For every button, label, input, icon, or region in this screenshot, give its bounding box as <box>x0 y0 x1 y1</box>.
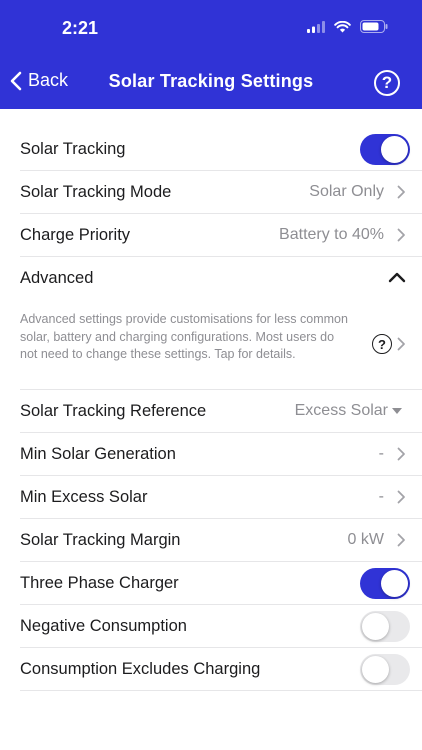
chevron-right-icon <box>397 228 405 242</box>
three-phase-charger-label: Three Phase Charger <box>20 573 179 592</box>
solar-tracking-mode-row[interactable]: Solar Tracking Mode Solar Only <box>20 171 422 214</box>
solar-tracking-margin-row[interactable]: Solar Tracking Margin 0 kW <box>20 519 422 562</box>
charge-priority-value: Battery to 40% <box>279 226 384 243</box>
battery-icon <box>360 20 388 33</box>
solar-tracking-reference-value: Excess Solar <box>294 402 388 419</box>
charge-priority-row[interactable]: Charge Priority Battery to 40% <box>20 214 422 257</box>
question-mark-icon: ? <box>381 73 393 92</box>
min-excess-solar-label: Min Excess Solar <box>20 487 148 506</box>
chevron-up-icon <box>388 272 406 283</box>
question-circle-icon: ? <box>372 334 392 354</box>
min-solar-generation-row[interactable]: Min Solar Generation - <box>20 433 422 476</box>
chevron-right-icon <box>397 490 405 504</box>
min-solar-generation-value: - <box>378 445 384 462</box>
advanced-description: Advanced settings provide customisations… <box>20 312 348 361</box>
three-phase-charger-toggle[interactable] <box>360 568 410 599</box>
consumption-excludes-charging-row: Consumption Excludes Charging <box>20 648 422 691</box>
question-mark: ? <box>378 336 386 352</box>
solar-tracking-reference-row[interactable]: Solar Tracking Reference Excess Solar <box>20 390 422 433</box>
three-phase-charger-row: Three Phase Charger <box>20 562 422 605</box>
negative-consumption-toggle[interactable] <box>360 611 410 642</box>
toggle-knob <box>381 136 408 163</box>
advanced-row[interactable]: Advanced <box>20 257 422 300</box>
solar-tracking-margin-label: Solar Tracking Margin <box>20 530 181 549</box>
status-time: 2:21 <box>62 18 99 38</box>
min-excess-solar-row[interactable]: Min Excess Solar - <box>20 476 422 519</box>
solar-tracking-row: Solar Tracking <box>20 128 422 171</box>
page-title: Solar Tracking Settings <box>108 71 314 91</box>
cellular-signal-icon <box>307 20 325 33</box>
consumption-excludes-charging-toggle[interactable] <box>360 654 410 685</box>
solar-tracking-label: Solar Tracking <box>20 139 126 158</box>
wifi-icon <box>334 20 351 32</box>
chevron-right-icon <box>397 337 405 351</box>
advanced-label: Advanced <box>20 269 94 287</box>
solar-tracking-mode-value: Solar Only <box>309 183 384 200</box>
consumption-excludes-charging-label: Consumption Excludes Charging <box>20 659 261 678</box>
min-solar-generation-label: Min Solar Generation <box>20 444 176 463</box>
chevron-right-icon <box>397 185 405 199</box>
dropdown-caret-icon <box>392 408 402 414</box>
nav-header: 2:21 Back Solar Tracking Settings ? <box>0 0 422 109</box>
negative-consumption-row: Negative Consumption <box>20 605 422 648</box>
chevron-right-icon <box>397 447 405 461</box>
charge-priority-label: Charge Priority <box>20 225 131 244</box>
advanced-description-row[interactable]: Advanced settings provide customisations… <box>20 300 422 390</box>
toggle-knob <box>362 656 389 683</box>
toggle-knob <box>381 570 408 597</box>
status-icons <box>307 20 388 33</box>
solar-tracking-margin-value: 0 kW <box>347 531 384 548</box>
chevron-right-icon <box>397 533 405 547</box>
help-button[interactable]: ? <box>374 70 400 96</box>
solar-tracking-mode-label: Solar Tracking Mode <box>20 182 172 201</box>
solar-tracking-reference-label: Solar Tracking Reference <box>20 401 207 420</box>
min-excess-solar-value: - <box>378 488 384 505</box>
toggle-knob <box>362 613 389 640</box>
settings-list: Solar Tracking Solar Tracking Mode Solar… <box>0 128 422 691</box>
solar-tracking-toggle[interactable] <box>360 134 410 165</box>
negative-consumption-label: Negative Consumption <box>20 616 187 635</box>
